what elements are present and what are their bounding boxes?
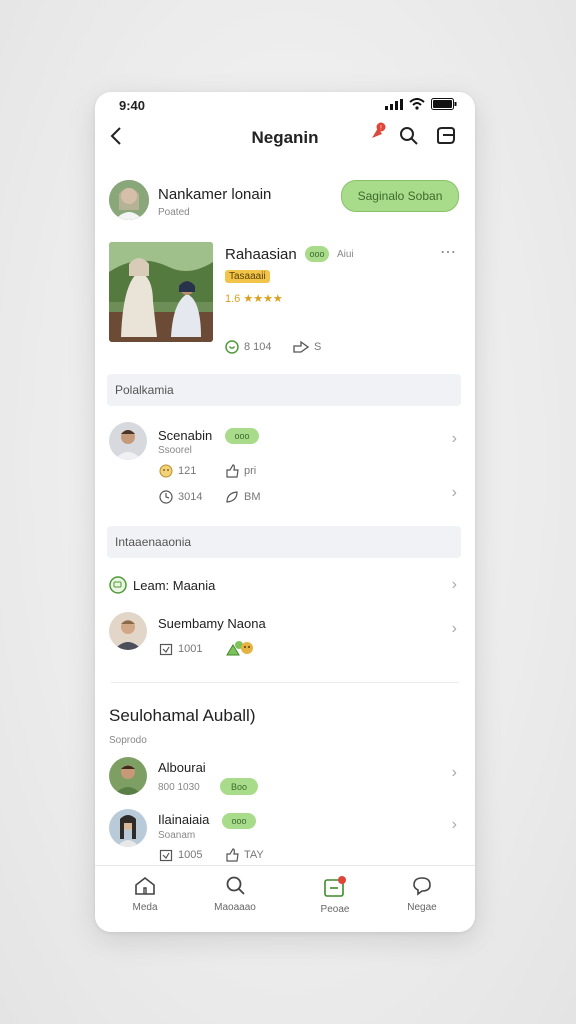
tab-label: Maoaaao xyxy=(214,902,256,913)
home-icon xyxy=(135,876,155,895)
signal-icon xyxy=(385,98,403,110)
share-icon xyxy=(293,340,309,353)
list-item-subtitle: Soanam xyxy=(158,830,196,841)
follow-button[interactable]: Saginalo Soban xyxy=(341,180,459,212)
tab-label: Negae xyxy=(407,902,437,913)
list-avatar[interactable] xyxy=(109,612,147,650)
chevron-right-icon[interactable]: › xyxy=(452,484,457,502)
post-title: Rahaasian xyxy=(225,246,297,263)
person-photo xyxy=(109,612,147,650)
reaction-icons xyxy=(225,639,259,662)
tab-label: Meda xyxy=(132,902,158,913)
tab-home[interactable]: Meda xyxy=(110,876,180,913)
list-item-name: Suembamy Naona xyxy=(158,616,266,631)
document-icon xyxy=(324,876,346,897)
list-item-chip: ooo xyxy=(225,428,259,444)
meta-value: 121 xyxy=(178,465,197,477)
chevron-right-icon[interactable]: › xyxy=(452,764,457,782)
list-item-subtitle: Ssoorel xyxy=(158,445,192,456)
link-row[interactable]: Leam: Maania xyxy=(109,576,215,594)
meta-value: TAY xyxy=(244,849,264,861)
person-photo xyxy=(109,757,147,795)
more-icon[interactable]: ⋯ xyxy=(440,242,457,262)
list-item-chip: ooo xyxy=(222,813,256,829)
list-avatar[interactable] xyxy=(109,809,147,847)
tab-messages[interactable]: Negae xyxy=(387,876,457,913)
chevron-right-icon[interactable]: › xyxy=(452,620,457,638)
link-label: Leam: Maania xyxy=(133,577,216,593)
list-item-name: Albourai xyxy=(158,760,206,775)
list-item-meta-2: pri xyxy=(225,464,256,478)
notification-button[interactable]: ! xyxy=(367,122,389,149)
post-shares[interactable]: S xyxy=(293,340,321,354)
status-time: 9:40 xyxy=(119,98,146,113)
meta-value: 3014 xyxy=(178,491,203,503)
list-avatar[interactable] xyxy=(109,422,147,460)
heart-icon xyxy=(225,340,239,354)
post-tag: Aiui xyxy=(337,249,354,260)
list-item-name: Scenabin xyxy=(158,428,213,443)
chat-button[interactable] xyxy=(435,126,457,151)
list-item-subtitle: 800 1030 xyxy=(158,782,200,793)
group-subtitle: Soprodo xyxy=(109,735,147,746)
meta-value: 1005 xyxy=(178,849,203,861)
thumbs-up-icon xyxy=(226,848,239,862)
chevron-right-icon[interactable]: › xyxy=(452,430,457,448)
tab-search[interactable]: Maoaaao xyxy=(200,876,270,913)
tab-posts[interactable]: Peoae xyxy=(300,876,370,915)
list-item-name: Ilainaiaia xyxy=(158,812,210,827)
reaction-icon xyxy=(226,641,253,656)
meta-value: BM xyxy=(244,491,261,503)
phone-screen: 9:40 Neganin ! Nankamer lonain Poated Sa… xyxy=(95,92,475,932)
group-title: Seulohamal Auball) xyxy=(109,706,256,725)
profile-name: Nankamer lonain xyxy=(158,186,272,203)
smile-icon xyxy=(159,464,173,478)
bell-icon: ! xyxy=(372,122,386,138)
post-likes[interactable]: 8 104 xyxy=(225,340,272,354)
post-likes-count: 8 104 xyxy=(244,341,272,353)
status-icons xyxy=(385,98,457,110)
chevron-right-icon[interactable]: › xyxy=(452,576,457,594)
chat-bubble-icon xyxy=(109,576,127,594)
calendar-icon xyxy=(159,849,173,862)
post-rating: 1.6 ★★★★ xyxy=(225,293,283,305)
search-icon xyxy=(226,876,245,895)
meta-value: 1001 xyxy=(178,643,203,655)
calendar-icon xyxy=(159,643,173,656)
list-item-meta-1: 1001 xyxy=(159,642,202,656)
chat-icon xyxy=(437,127,455,144)
profile-subtitle: Poated xyxy=(158,207,190,218)
post-chip: ooo xyxy=(305,246,329,262)
section-header-second: Intaaenaaonia xyxy=(107,526,461,558)
list-item-chip: Boo xyxy=(220,778,258,795)
section-header-first: Polalkamia xyxy=(107,374,461,406)
list-item-meta-2: TAY xyxy=(225,848,264,862)
person-photo xyxy=(109,180,149,220)
person-photo xyxy=(109,809,147,847)
post-shares-count: S xyxy=(314,341,322,353)
thumbs-up-icon xyxy=(226,464,239,478)
leaf-icon xyxy=(226,491,238,503)
battery-icon xyxy=(431,98,457,110)
post-photo xyxy=(109,242,213,342)
person-photo xyxy=(109,422,147,460)
list-item-meta-1: 121 xyxy=(159,464,196,478)
tab-label: Peoae xyxy=(320,904,350,915)
divider xyxy=(111,682,459,683)
wifi-icon xyxy=(409,98,425,110)
post-badge: Tasaaaii xyxy=(225,270,270,283)
profile-avatar[interactable] xyxy=(109,180,149,220)
clock-icon xyxy=(159,490,173,504)
chevron-right-icon[interactable]: › xyxy=(452,816,457,834)
tab-bar: Meda Maoaaao Peoae Negae xyxy=(95,865,475,932)
post-image[interactable] xyxy=(109,242,213,342)
meta-value: pri xyxy=(244,465,257,477)
list-item-meta-4: BM xyxy=(225,490,261,504)
list-avatar[interactable] xyxy=(109,757,147,795)
list-item-meta-3: 3014 xyxy=(159,490,202,504)
search-icon xyxy=(400,127,418,145)
search-button[interactable] xyxy=(399,126,419,151)
chat-bubble-icon xyxy=(413,877,431,896)
list-item-meta-1: 1005 xyxy=(159,848,202,862)
